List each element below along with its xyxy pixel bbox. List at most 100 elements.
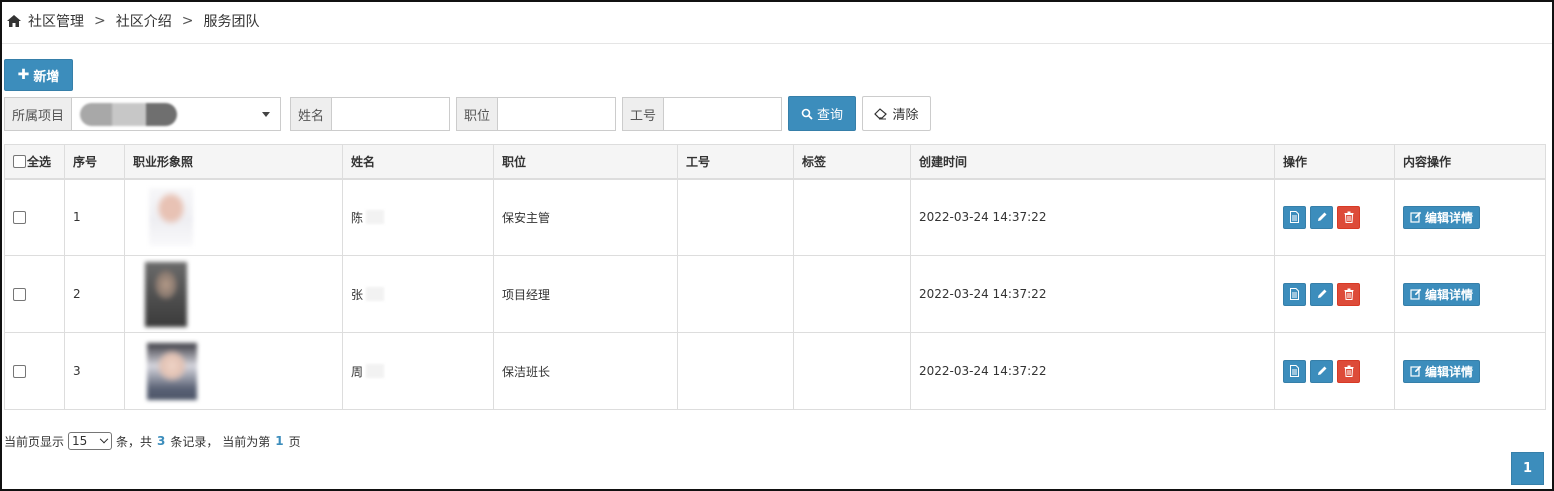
staff-photo (149, 188, 193, 247)
plus-icon: ✚ (17, 67, 30, 83)
document-icon (1290, 211, 1299, 224)
delete-button[interactable] (1337, 359, 1360, 383)
project-select[interactable] (71, 97, 282, 131)
staff-position: 保洁班长 (493, 332, 678, 410)
clear-button-label: 清除 (892, 108, 919, 123)
trash-icon (1344, 211, 1353, 224)
breadcrumb-item-community-intro[interactable]: 社区介绍 (116, 11, 172, 31)
select-all-header: 全选 (4, 144, 65, 180)
clear-button[interactable]: 清除 (862, 96, 931, 131)
name-filter: 姓名 (290, 97, 451, 131)
employee-no-header: 工号 (677, 144, 794, 180)
edit-detail-label: 编辑详情 (1425, 364, 1474, 379)
pagination-mid2: 条记录， 当前为第 (170, 434, 271, 449)
staff-photo (147, 342, 197, 400)
edit-button[interactable] (1310, 359, 1333, 383)
add-button[interactable]: ✚ 新增 (4, 59, 73, 91)
row-index: 1 (64, 178, 125, 256)
trash-icon (1344, 288, 1353, 300)
position-filter: 职位 (456, 97, 617, 131)
pencil-icon (1317, 289, 1326, 298)
position-header: 职位 (493, 144, 678, 180)
document-icon (1290, 365, 1299, 377)
redacted-project-value (80, 103, 178, 126)
header-divider (2, 43, 1552, 44)
name-filter-label: 姓名 (290, 97, 332, 131)
position-filter-label: 职位 (456, 97, 498, 131)
search-icon (801, 108, 813, 120)
redacted-name (366, 210, 385, 225)
row-checkbox[interactable] (13, 211, 26, 225)
edit-detail-label: 编辑详情 (1425, 287, 1474, 302)
employee-no-input[interactable] (663, 97, 783, 131)
table-row: 3 周 保洁班长 2022-03-24 14:37:22 编辑详情 (4, 332, 1546, 410)
staff-position: 保安主管 (493, 178, 678, 256)
breadcrumb-item-service-team: 服务团队 (203, 14, 260, 30)
eraser-icon (874, 107, 888, 119)
edit-detail-button[interactable]: 编辑详情 (1403, 205, 1481, 229)
employee-no-filter: 工号 (622, 97, 783, 131)
table-row: 1 陈 保安主管 2022-03-24 14:37:22 编辑详情 (4, 178, 1546, 256)
name-input[interactable] (331, 97, 451, 131)
total-count: 3 (157, 434, 166, 448)
page-1-button[interactable]: 1 (1511, 452, 1544, 485)
document-icon (1290, 288, 1299, 300)
breadcrumb-item-community-mgmt[interactable]: 社区管理 (28, 11, 84, 31)
delete-button[interactable] (1337, 282, 1360, 306)
trash-icon (1344, 365, 1353, 377)
staff-tag (793, 178, 911, 256)
breadcrumb-separator: > (181, 13, 194, 29)
index-header: 序号 (64, 144, 125, 180)
staff-employee-no (677, 178, 794, 256)
delete-button[interactable] (1337, 205, 1360, 229)
edit-button[interactable] (1310, 205, 1333, 229)
pagination-mid1: 条，共 (116, 434, 153, 449)
edit-button[interactable] (1310, 282, 1333, 306)
created-at: 2022-03-24 14:37:22 (910, 178, 1275, 256)
select-all-checkbox[interactable] (13, 154, 26, 168)
breadcrumb-separator: > (94, 13, 106, 29)
view-button[interactable] (1283, 282, 1306, 306)
edit-detail-button[interactable]: 编辑详情 (1403, 282, 1481, 306)
pencil-icon (1317, 366, 1326, 375)
query-button-label: 查询 (816, 108, 843, 123)
breadcrumb: 社区管理 > 社区介绍 > 服务团队 (6, 10, 259, 32)
staff-tag (793, 332, 911, 410)
project-filter-label: 所属项目 (4, 97, 72, 131)
home-icon (7, 15, 21, 27)
view-button[interactable] (1283, 359, 1306, 383)
chevron-down-icon (99, 434, 109, 444)
created-at: 2022-03-24 14:37:22 (910, 255, 1275, 333)
created-at-header: 创建时间 (910, 144, 1275, 180)
staff-name: 张 (351, 287, 364, 302)
row-checkbox[interactable] (13, 365, 26, 378)
page-size-value: 15 (72, 434, 88, 448)
created-at: 2022-03-24 14:37:22 (910, 332, 1275, 410)
pagination-suffix: 页 (288, 434, 301, 449)
edit-detail-label: 编辑详情 (1425, 210, 1474, 225)
add-button-label: 新增 (33, 69, 60, 85)
service-team-table: 全选 序号 职业形象照 姓名 职位 工号 标签 创建时间 操作 内容操作 1 陈… (4, 144, 1546, 410)
current-page: 1 (275, 434, 284, 448)
view-button[interactable] (1283, 205, 1306, 229)
photo-header: 职业形象照 (124, 144, 343, 180)
staff-employee-no (677, 332, 794, 410)
row-checkbox[interactable] (13, 288, 26, 301)
edit-square-icon (1410, 365, 1422, 377)
staff-employee-no (677, 255, 794, 333)
position-input[interactable] (497, 97, 617, 131)
project-filter: 所属项目 (4, 97, 282, 131)
name-header: 姓名 (342, 144, 494, 180)
redacted-name (366, 364, 385, 378)
content-actions-header: 内容操作 (1394, 144, 1546, 180)
edit-detail-button[interactable]: 编辑详情 (1403, 359, 1481, 383)
query-button[interactable]: 查询 (788, 96, 856, 131)
table-row: 2 张 项目经理 2022-03-24 14:37:22 编辑详情 (4, 255, 1546, 333)
select-all-label: 全选 (27, 154, 52, 169)
table-header-row: 全选 序号 职业形象照 姓名 职位 工号 标签 创建时间 操作 内容操作 (4, 144, 1546, 180)
edit-square-icon (1410, 212, 1422, 223)
page-size-select[interactable]: 15 (68, 432, 113, 450)
actions-header: 操作 (1274, 144, 1395, 180)
pencil-icon (1317, 212, 1326, 222)
staff-name: 周 (351, 364, 364, 379)
